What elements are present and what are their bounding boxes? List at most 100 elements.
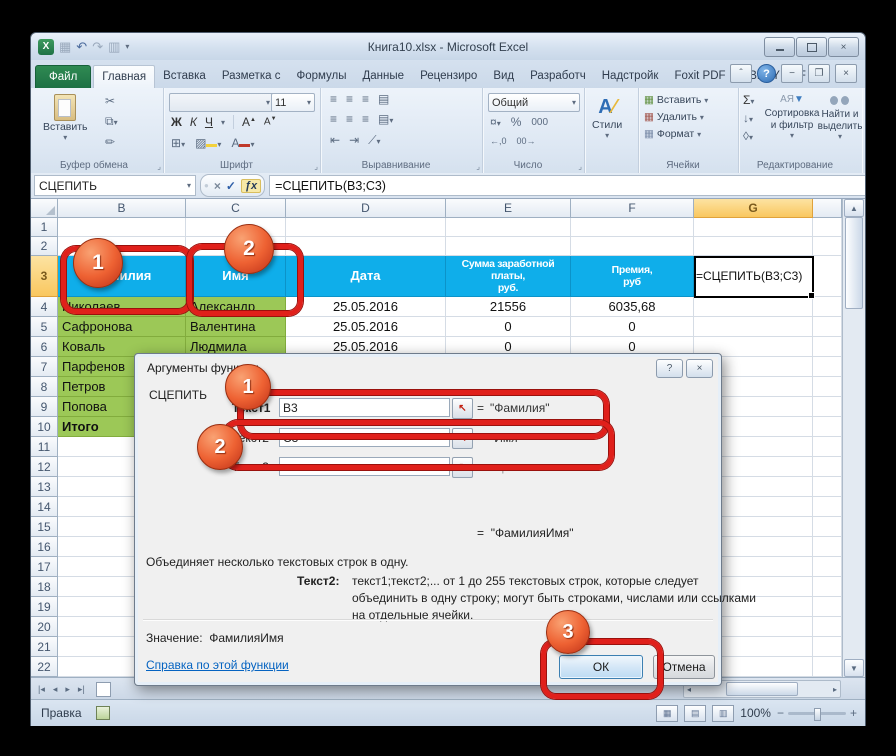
cell-F1[interactable] bbox=[571, 218, 694, 237]
prev-sheet-icon[interactable]: ◂ bbox=[50, 682, 61, 697]
scroll-right-icon[interactable]: ▸ bbox=[833, 685, 837, 694]
row-header-3[interactable]: 3 bbox=[31, 256, 58, 297]
cell-H21[interactable] bbox=[813, 637, 842, 657]
cell-H12[interactable] bbox=[813, 457, 842, 477]
insert-sheet-icon[interactable] bbox=[96, 682, 111, 697]
cell-H22[interactable] bbox=[813, 657, 842, 677]
column-header-E[interactable]: E bbox=[446, 199, 571, 218]
column-header-F[interactable]: F bbox=[571, 199, 694, 218]
cell-D4[interactable]: 25.05.2016 bbox=[286, 297, 446, 317]
row-header-16[interactable]: 16 bbox=[31, 537, 58, 557]
cell-D3[interactable]: Дата bbox=[286, 256, 446, 297]
cell-E4[interactable]: 21556 bbox=[446, 297, 571, 317]
cell-B1[interactable] bbox=[58, 218, 186, 237]
cell-H7[interactable] bbox=[813, 357, 842, 377]
cell-F4[interactable]: 6035,68 bbox=[571, 297, 694, 317]
dialog-separator bbox=[143, 619, 713, 620]
row-header-1[interactable]: 1 bbox=[31, 218, 58, 237]
cell-H13[interactable] bbox=[813, 477, 842, 497]
last-sheet-icon[interactable]: ▸| bbox=[75, 682, 88, 697]
row-header-8[interactable]: 8 bbox=[31, 377, 58, 397]
cell-H2[interactable] bbox=[813, 237, 842, 256]
row-header-13[interactable]: 13 bbox=[31, 477, 58, 497]
row-header-14[interactable]: 14 bbox=[31, 497, 58, 517]
cell-D2[interactable] bbox=[286, 237, 446, 256]
cell-E2[interactable] bbox=[446, 237, 571, 256]
normal-view-icon[interactable]: ▦ bbox=[656, 705, 678, 722]
row-header-10[interactable]: 10 bbox=[31, 417, 58, 437]
cell-D5[interactable]: 25.05.2016 bbox=[286, 317, 446, 337]
row-header-12[interactable]: 12 bbox=[31, 457, 58, 477]
vertical-scroll-thumb[interactable] bbox=[845, 217, 863, 309]
cell-H18[interactable] bbox=[813, 577, 842, 597]
cell-H3[interactable] bbox=[813, 256, 842, 297]
row-header-2[interactable]: 2 bbox=[31, 237, 58, 256]
cell-E5[interactable]: 0 bbox=[446, 317, 571, 337]
cell-H6[interactable] bbox=[813, 337, 842, 357]
cell-F5[interactable]: 0 bbox=[571, 317, 694, 337]
zoom-level[interactable]: 100% bbox=[740, 706, 771, 720]
cell-B5[interactable]: Сафронова bbox=[58, 317, 186, 337]
next-sheet-icon[interactable]: ▸ bbox=[62, 682, 73, 697]
column-header-B[interactable]: B bbox=[58, 199, 186, 218]
cell-D1[interactable] bbox=[286, 218, 446, 237]
vertical-scrollbar[interactable]: ▲▼ bbox=[842, 199, 865, 677]
zoom-in-icon[interactable]: + bbox=[850, 706, 857, 720]
cell-H17[interactable] bbox=[813, 557, 842, 577]
row-header-20[interactable]: 20 bbox=[31, 617, 58, 637]
cell-H20[interactable] bbox=[813, 617, 842, 637]
cell-G4[interactable] bbox=[694, 297, 813, 317]
selected-cell-border bbox=[694, 256, 814, 298]
row-header-17[interactable]: 17 bbox=[31, 557, 58, 577]
callout-balloon-2-grid: 2 bbox=[224, 224, 274, 274]
row-header-7[interactable]: 7 bbox=[31, 357, 58, 377]
zoom-out-icon[interactable]: − bbox=[777, 706, 784, 720]
row-header-15[interactable]: 15 bbox=[31, 517, 58, 537]
macro-record-icon[interactable] bbox=[96, 706, 110, 720]
cell-F2[interactable] bbox=[571, 237, 694, 256]
cell-G1[interactable] bbox=[694, 218, 813, 237]
row-header-21[interactable]: 21 bbox=[31, 637, 58, 657]
cell-E3[interactable]: Сумма заработной платы, руб. bbox=[446, 256, 571, 297]
zoom-slider-thumb[interactable] bbox=[814, 708, 821, 721]
column-header-C[interactable]: C bbox=[186, 199, 286, 218]
row-header-18[interactable]: 18 bbox=[31, 577, 58, 597]
row-header-4[interactable]: 4 bbox=[31, 297, 58, 317]
cell-H16[interactable] bbox=[813, 537, 842, 557]
select-all-corner[interactable] bbox=[31, 199, 58, 218]
dialog-help-icon[interactable]: ? bbox=[656, 359, 683, 378]
row-header-11[interactable]: 11 bbox=[31, 437, 58, 457]
dialog-close-icon[interactable]: × bbox=[686, 359, 713, 378]
cell-H8[interactable] bbox=[813, 377, 842, 397]
cell-H11[interactable] bbox=[813, 437, 842, 457]
cell-H15[interactable] bbox=[813, 517, 842, 537]
cell-F3[interactable]: Премия, руб bbox=[571, 256, 694, 297]
cell-G5[interactable] bbox=[694, 317, 813, 337]
cell-H4[interactable] bbox=[813, 297, 842, 317]
cell-H19[interactable] bbox=[813, 597, 842, 617]
horizontal-scroll-thumb[interactable] bbox=[726, 682, 798, 696]
row-header-6[interactable]: 6 bbox=[31, 337, 58, 357]
column-header-G[interactable]: G bbox=[694, 199, 813, 218]
column-header-D[interactable]: D bbox=[286, 199, 446, 218]
column-header-H[interactable] bbox=[813, 199, 842, 218]
cell-H5[interactable] bbox=[813, 317, 842, 337]
scroll-up-icon[interactable]: ▲ bbox=[844, 199, 864, 217]
cell-C5[interactable]: Валентина bbox=[186, 317, 286, 337]
zoom-slider[interactable]: − + bbox=[777, 706, 857, 720]
row-header-19[interactable]: 19 bbox=[31, 597, 58, 617]
first-sheet-icon[interactable]: |◂ bbox=[35, 682, 48, 697]
scroll-down-icon[interactable]: ▼ bbox=[844, 659, 864, 677]
row-header-9[interactable]: 9 bbox=[31, 397, 58, 417]
page-layout-view-icon[interactable]: ▤ bbox=[684, 705, 706, 722]
row-header-5[interactable]: 5 bbox=[31, 317, 58, 337]
cell-E1[interactable] bbox=[446, 218, 571, 237]
cell-H10[interactable] bbox=[813, 417, 842, 437]
cell-H1[interactable] bbox=[813, 218, 842, 237]
page-break-view-icon[interactable]: ▥ bbox=[712, 705, 734, 722]
cell-H9[interactable] bbox=[813, 397, 842, 417]
help-link[interactable]: Справка по этой функции bbox=[146, 658, 289, 672]
cell-G2[interactable] bbox=[694, 237, 813, 256]
cell-H14[interactable] bbox=[813, 497, 842, 517]
row-header-22[interactable]: 22 bbox=[31, 657, 58, 677]
